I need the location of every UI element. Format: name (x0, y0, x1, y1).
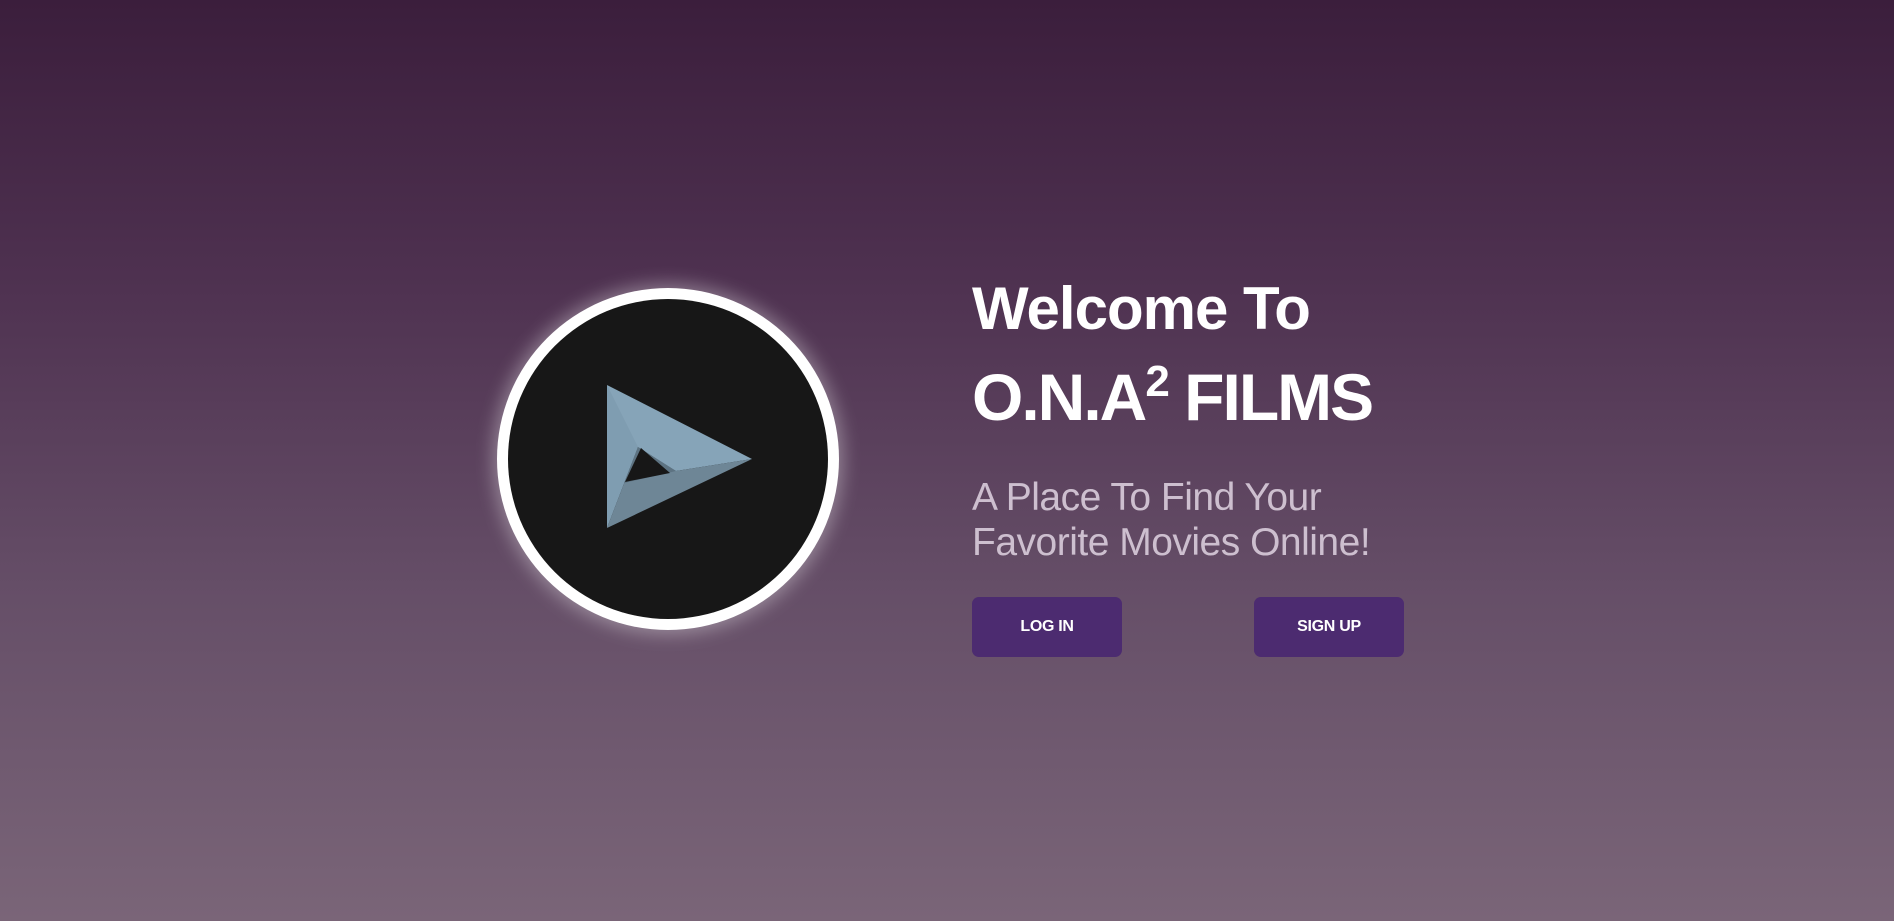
tagline: A Place To Find Your Favorite Movies Onl… (972, 476, 1371, 564)
logo-disc (508, 299, 828, 619)
play-triangle-icon (607, 385, 752, 528)
login-button[interactable]: LOG IN (972, 597, 1122, 657)
brand-suffix: FILMS (1167, 360, 1374, 434)
brand-name: O.N.A (972, 360, 1147, 434)
brand-superscript: 2 (1145, 357, 1170, 406)
brand-title: O.N.A2 FILMS (972, 342, 1492, 437)
signup-button[interactable]: SIGN UP (1254, 597, 1404, 657)
logo-ring (497, 288, 839, 630)
hero-text: Welcome To O.N.A2 FILMS A Place To Find … (972, 276, 1492, 565)
welcome-heading: Welcome To (972, 275, 1311, 342)
